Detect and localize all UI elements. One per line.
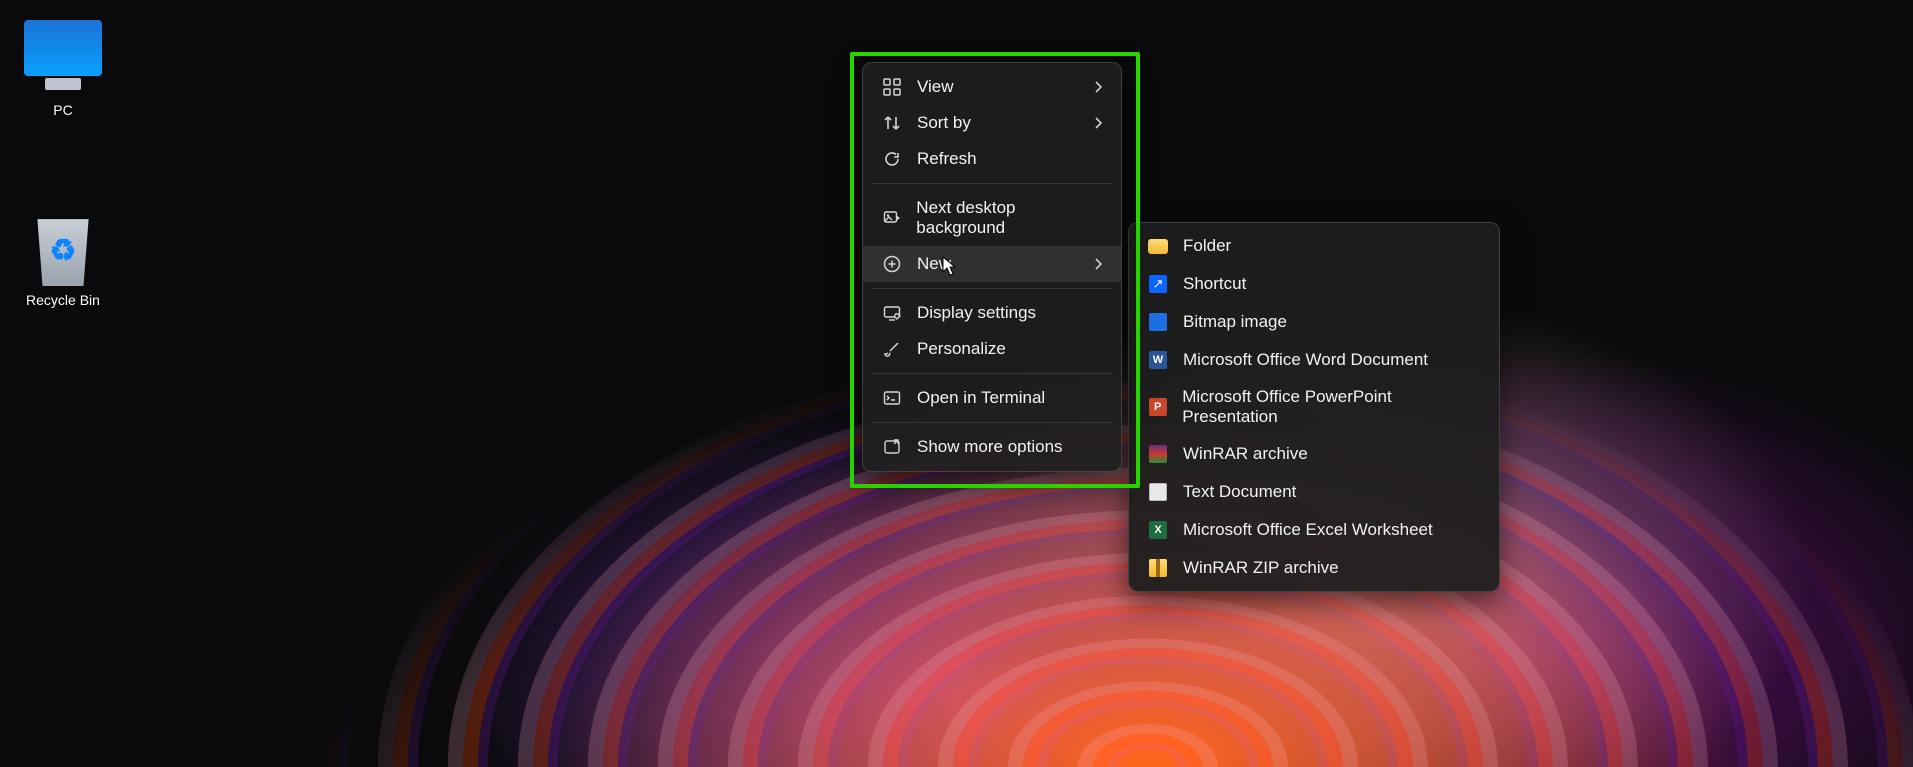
- desktop-icon-label: Recycle Bin: [26, 292, 100, 308]
- menu-item-view[interactable]: View: [863, 69, 1121, 105]
- submenu-item-shortcut[interactable]: ↗ Shortcut: [1129, 265, 1499, 303]
- chevron-right-icon: [1093, 116, 1103, 130]
- grid-icon: [881, 78, 903, 96]
- submenu-item-excel-worksheet[interactable]: X Microsoft Office Excel Worksheet: [1129, 511, 1499, 549]
- submenu-item-label: Microsoft Office Excel Worksheet: [1183, 520, 1433, 540]
- submenu-item-bitmap[interactable]: Bitmap image: [1129, 303, 1499, 341]
- new-submenu: Folder ↗ Shortcut Bitmap image W Microso…: [1128, 222, 1500, 592]
- submenu-item-word-document[interactable]: W Microsoft Office Word Document: [1129, 341, 1499, 379]
- shortcut-icon: ↗: [1147, 273, 1169, 295]
- menu-separator: [871, 373, 1113, 374]
- menu-item-label: View: [917, 77, 954, 97]
- menu-separator: [871, 422, 1113, 423]
- submenu-item-winrar-archive[interactable]: WinRAR archive: [1129, 435, 1499, 473]
- word-icon: W: [1147, 349, 1169, 371]
- submenu-item-label: Microsoft Office PowerPoint Presentation: [1182, 387, 1481, 427]
- refresh-icon: [881, 150, 903, 168]
- powerpoint-icon: P: [1147, 396, 1168, 418]
- desktop-icon-pc[interactable]: PC: [18, 20, 108, 118]
- sort-icon: [881, 114, 903, 132]
- submenu-item-label: Folder: [1183, 236, 1231, 256]
- text-document-icon: [1147, 481, 1169, 503]
- menu-item-label: Display settings: [917, 303, 1036, 323]
- chevron-right-icon: [1093, 257, 1103, 271]
- submenu-item-text-document[interactable]: Text Document: [1129, 473, 1499, 511]
- menu-item-label: Personalize: [917, 339, 1006, 359]
- submenu-item-label: Bitmap image: [1183, 312, 1287, 332]
- folder-icon: [1147, 235, 1169, 257]
- menu-item-label: New: [917, 254, 951, 274]
- submenu-item-label: Microsoft Office Word Document: [1183, 350, 1428, 370]
- picture-next-icon: [881, 209, 902, 227]
- excel-icon: X: [1147, 519, 1169, 541]
- desktop-icon-recycle-bin[interactable]: ♻ Recycle Bin: [18, 210, 108, 308]
- menu-item-sort-by[interactable]: Sort by: [863, 105, 1121, 141]
- menu-item-personalize[interactable]: Personalize: [863, 331, 1121, 367]
- terminal-icon: [881, 389, 903, 407]
- menu-item-open-terminal[interactable]: Open in Terminal: [863, 380, 1121, 416]
- submenu-item-powerpoint-presentation[interactable]: P Microsoft Office PowerPoint Presentati…: [1129, 379, 1499, 435]
- bitmap-icon: [1147, 311, 1169, 333]
- display-settings-icon: [881, 304, 903, 322]
- menu-item-new[interactable]: New: [863, 246, 1121, 282]
- submenu-item-label: WinRAR ZIP archive: [1183, 558, 1339, 578]
- menu-item-label: Next desktop background: [916, 198, 1103, 238]
- submenu-item-folder[interactable]: Folder: [1129, 227, 1499, 265]
- more-options-icon: [881, 438, 903, 456]
- menu-item-label: Sort by: [917, 113, 971, 133]
- menu-item-label: Show more options: [917, 437, 1063, 457]
- menu-item-next-background[interactable]: Next desktop background: [863, 190, 1121, 246]
- submenu-item-label: Text Document: [1183, 482, 1296, 502]
- submenu-item-label: Shortcut: [1183, 274, 1246, 294]
- submenu-item-label: WinRAR archive: [1183, 444, 1308, 464]
- winrar-icon: [1147, 443, 1169, 465]
- recycle-arrows-icon: ♻: [50, 234, 77, 269]
- zip-icon: [1147, 557, 1169, 579]
- submenu-item-winrar-zip-archive[interactable]: WinRAR ZIP archive: [1129, 549, 1499, 587]
- plus-circle-icon: [881, 255, 903, 273]
- desktop-context-menu: View Sort by Refresh Next desktop backgr…: [862, 62, 1122, 472]
- pc-monitor-icon: [24, 20, 102, 76]
- menu-item-show-more-options[interactable]: Show more options: [863, 429, 1121, 465]
- menu-separator: [871, 288, 1113, 289]
- menu-item-refresh[interactable]: Refresh: [863, 141, 1121, 177]
- recycle-bin-icon: ♻: [31, 210, 95, 286]
- menu-item-label: Refresh: [917, 149, 977, 169]
- chevron-right-icon: [1093, 80, 1103, 94]
- menu-item-label: Open in Terminal: [917, 388, 1045, 408]
- menu-separator: [871, 183, 1113, 184]
- brush-icon: [881, 340, 903, 358]
- desktop-icon-label: PC: [53, 102, 72, 118]
- menu-item-display-settings[interactable]: Display settings: [863, 295, 1121, 331]
